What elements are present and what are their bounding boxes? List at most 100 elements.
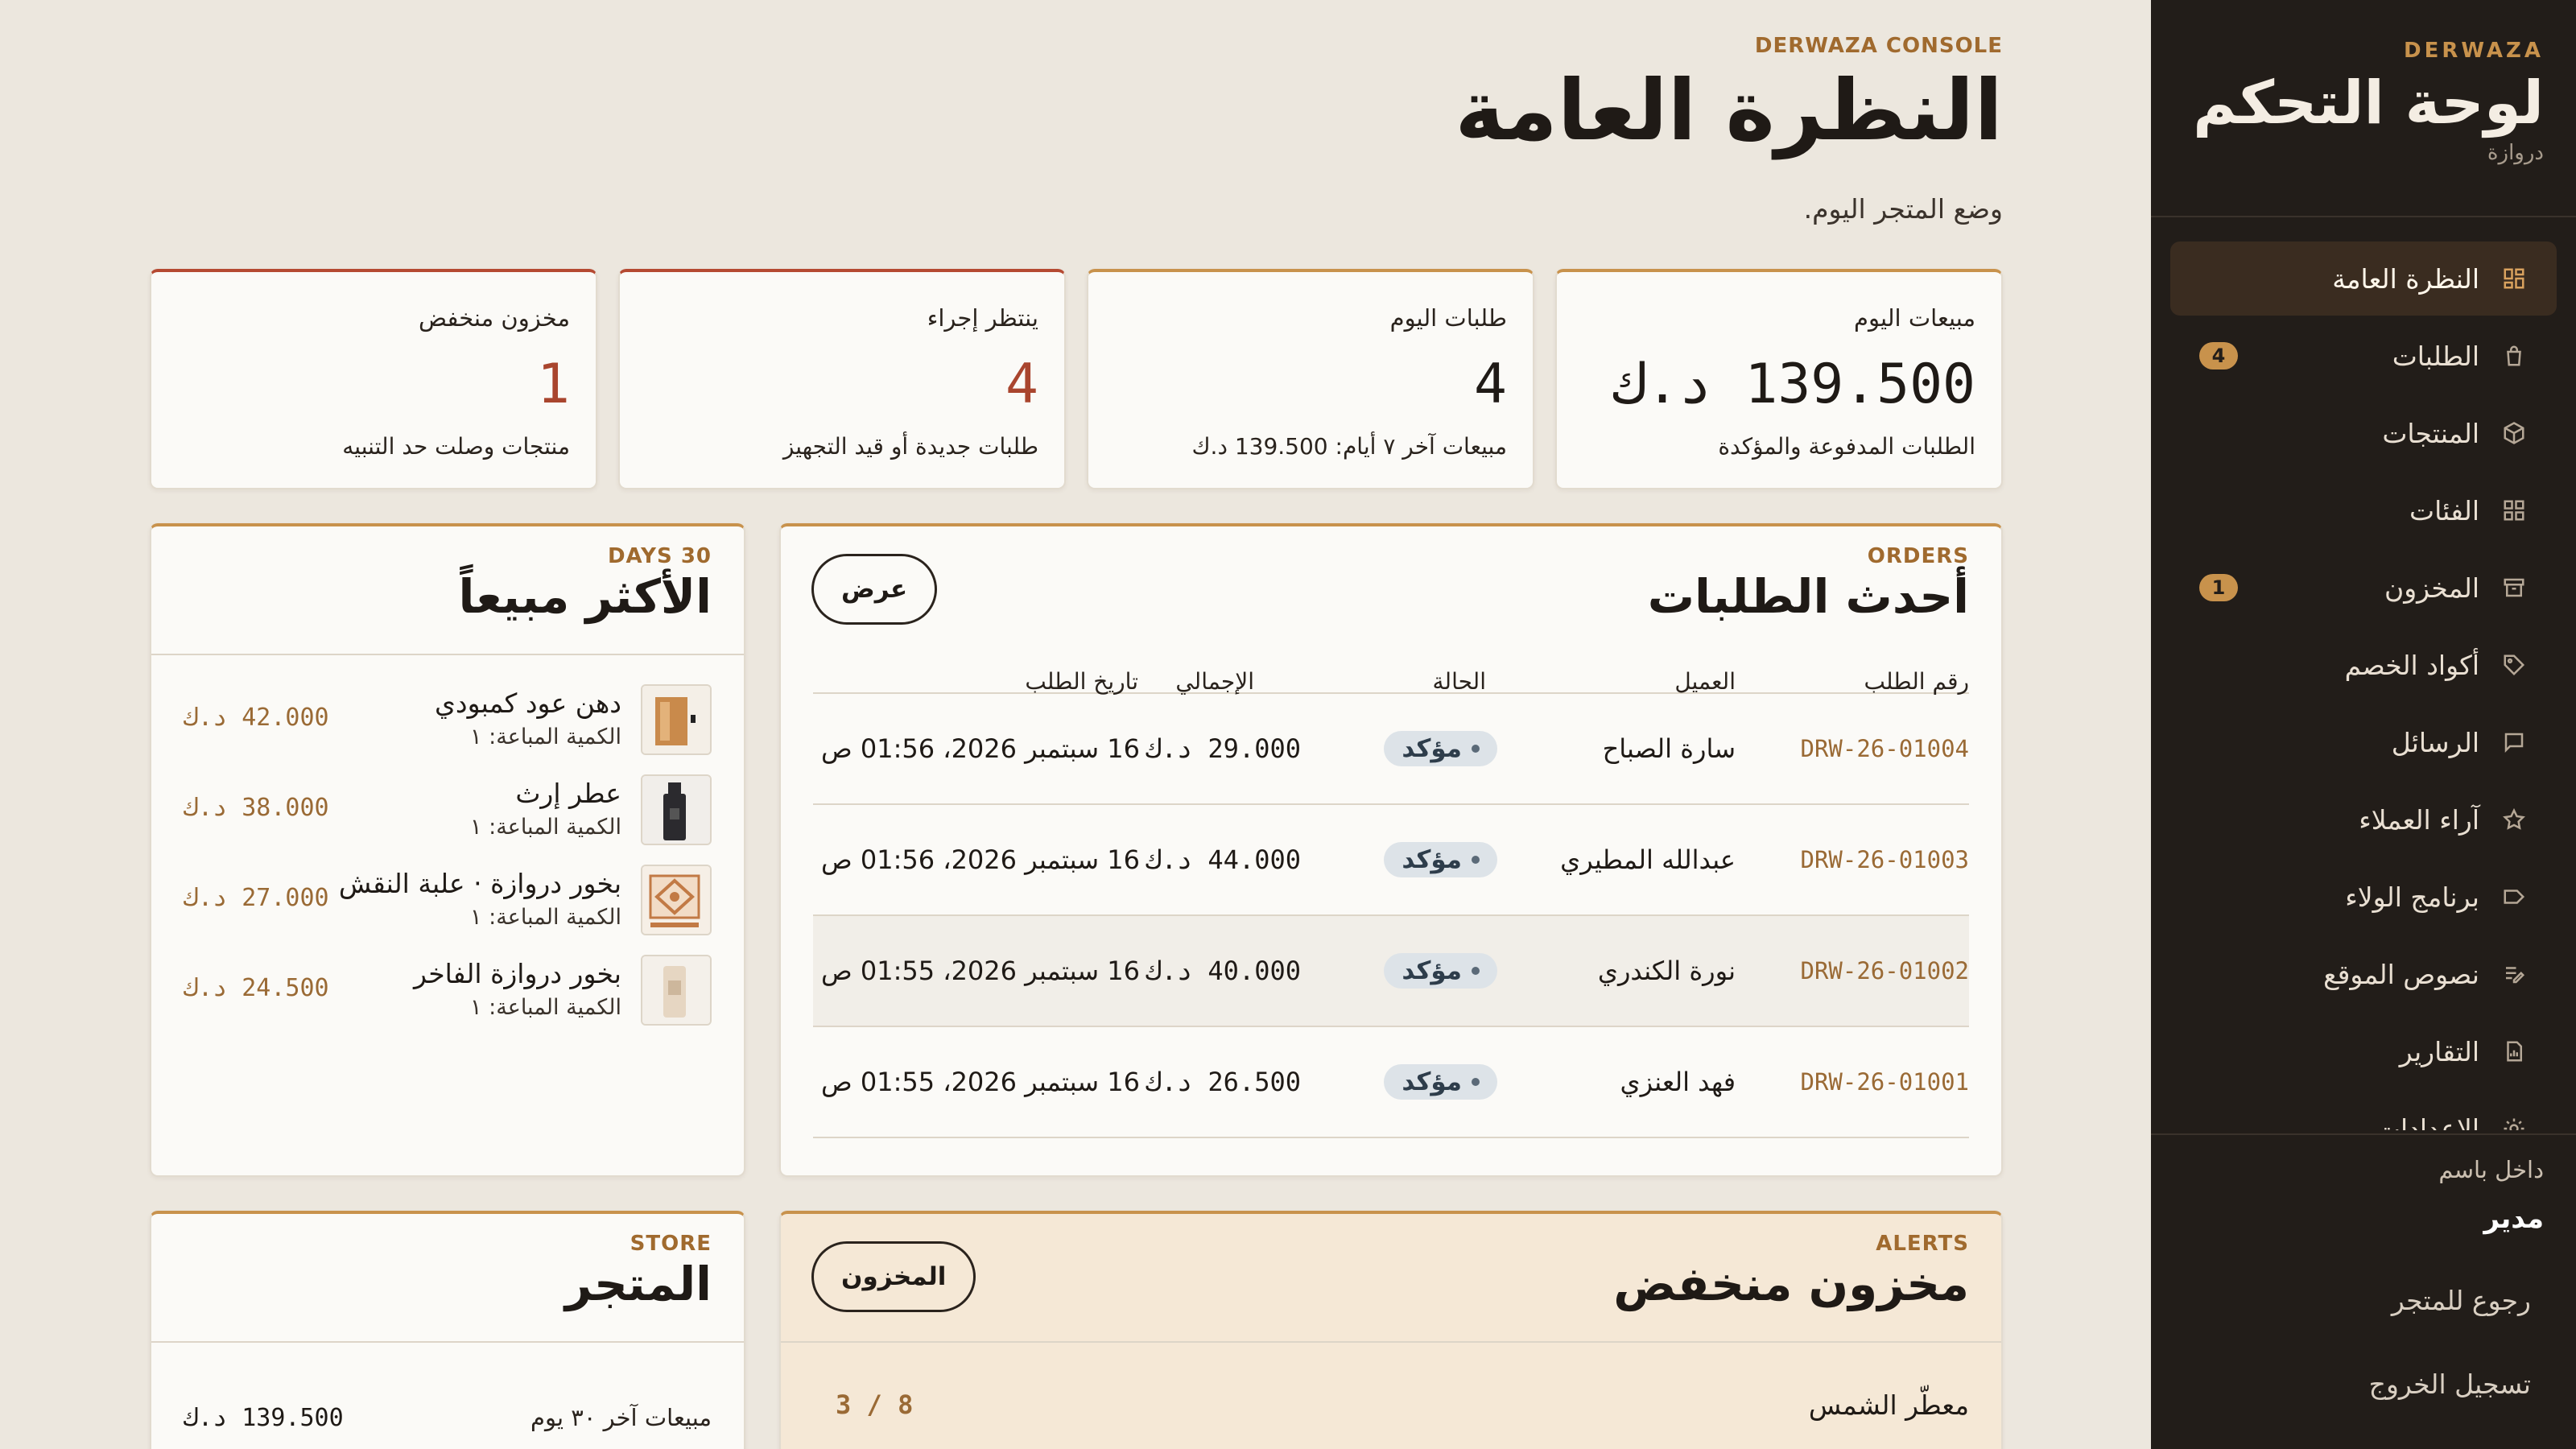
stat-note: مبيعات آخر ٧ أيام: 139.500 د.ك [1191,433,1507,460]
stat-value: 1 [537,353,570,416]
product-qty: الكمية المباعة: ١ [470,905,621,930]
alert-stock-level: 8 / 3 [836,1389,914,1420]
inventory-button[interactable]: المخزون [811,1241,976,1312]
product-qty: الكمية المباعة: ١ [470,724,621,749]
list-item[interactable]: معطّر الشمس 8 / 3 [813,1381,1969,1438]
section-header: 30 DAYS الأكثر مبيعاً [458,544,712,623]
brand-kicker: DERWAZA [2404,39,2544,63]
stat-value: 4 [1474,353,1507,416]
sidebar-item-categories[interactable]: الفئات [2170,473,2557,547]
page-subtitle: وضع المتجر اليوم. [1803,193,2003,225]
table-row[interactable]: DRW-26-01003 عبدالله المطيري مؤكد 44.000… [813,805,1969,916]
section-divider [151,1341,744,1343]
sidebar-item-products[interactable]: المنتجات [2170,396,2557,470]
list-item[interactable]: دهن عود كمبودي الكمية المباعة: ١ 42.000 … [184,684,712,774]
section-divider [151,654,744,655]
status-badge: مؤكد [1384,953,1497,989]
stat-note: الطلبات المدفوعة والمؤكدة [1718,433,1975,460]
sidebar-item-reviews[interactable]: آراء العملاء [2170,782,2557,857]
status-dot [1472,745,1480,753]
table-row[interactable]: DRW-26-01004 سارة الصباح مؤكد 29.000 د.ك… [813,694,1969,805]
tag-icon [2500,651,2528,679]
sidebar-item-messages[interactable]: الرسائل [2170,705,2557,779]
stat-card-orders-today: طلبات اليوم 4 مبيعات آخر ٧ أيام: 139.500… [1087,269,1534,489]
sidebar-item-label: نصوص الموقع [2323,958,2479,990]
product-thumbnail [641,684,712,755]
order-total: 29.000 د.ك [1146,733,1301,764]
bag-icon [2500,342,2528,369]
product-thumbnail [641,774,712,845]
page-kicker: DERWAZA CONSOLE [1754,34,2003,58]
sidebar-brand: DERWAZA لوحة التحكم دروازة [2183,39,2544,165]
status-badge: مؤكد [1384,1064,1497,1100]
store-panel: STORE المتجر مبيعات آخر ٣٠ يوم 139.500 د… [150,1211,745,1449]
order-id[interactable]: DRW-26-01004 [1800,735,1969,762]
status-dot [1472,967,1480,975]
stat-title: مخزون منخفض [419,304,570,332]
view-orders-button[interactable]: عرض [811,554,938,625]
report-icon [2500,1038,2528,1065]
section-kicker: STORE [630,1232,712,1256]
sidebar-item-label: التقارير [2399,1035,2479,1067]
col-header-date: تاريخ الطلب [1025,668,1138,695]
section-title: المتجر [564,1257,712,1311]
sidebar-item-overview[interactable]: النظرة العامة [2170,242,2557,316]
user-role: مدير [2483,1203,2544,1235]
product-thumbnail [641,865,712,935]
store-metric-value: 139.500 د.ك [184,1404,344,1432]
status-label: مؤكد [1402,956,1462,985]
status-label: مؤكد [1402,1067,1462,1096]
section-header: ORDERS أحدث الطلبات [1648,544,1969,623]
section-divider [781,1341,2001,1343]
section-header: ALERTS مخزون منخفض [1613,1232,1969,1311]
sidebar-item-site-texts[interactable]: نصوص الموقع [2170,937,2557,1011]
product-amount: 38.000 د.ك [184,794,329,822]
stat-card-low-stock: مخزون منخفض 1 منتجات وصلت حد التنبيه [150,269,597,489]
product-thumbnail [641,955,712,1026]
sidebar-bottom-divider [2151,1133,2576,1135]
sidebar-divider [2151,216,2576,217]
edit-icon [2500,960,2528,988]
list-item[interactable]: بخور دروازة · علبة النقش الكمية المباعة:… [184,865,712,955]
section-title: أحدث الطلبات [1647,569,1969,624]
stat-title: مبيعات اليوم [1854,304,1975,332]
sidebar-item-label: الطلبات [2392,340,2479,372]
brand-subtitle: دروازة [2487,141,2544,166]
star-icon [2500,806,2528,833]
sidebar-item-inventory[interactable]: المخزون 1 [2170,551,2557,625]
order-id[interactable]: DRW-26-01001 [1800,1068,1969,1096]
table-row[interactable]: DRW-26-01001 فهد العنزي مؤكد 26.500 د.ك … [813,1027,1969,1138]
logout-link[interactable]: تسجيل الخروج [2369,1368,2531,1400]
sidebar-item-label: آراء العملاء [2359,803,2479,836]
order-id[interactable]: DRW-26-01003 [1800,846,1969,873]
order-date: 16 سبتمبر 2026، 01:55 ص [820,1067,1140,1097]
sidebar-nav: النظرة العامة الطلبات 4 المنتجات الفئات [2170,242,2557,1130]
status-label: مؤكد [1402,734,1462,763]
section-header: STORE المتجر [565,1232,712,1311]
table-header: رقم الطلب العميل الحالة الإجمالي تاريخ ا… [813,650,1969,695]
bestsellers-list: دهن عود كمبودي الكمية المباعة: ١ 42.000 … [184,684,712,1045]
stat-note: طلبات جديدة أو قيد التجهيز [782,433,1038,460]
order-id[interactable]: DRW-26-01002 [1800,957,1969,985]
col-header-status: الحالة [1432,668,1486,695]
list-item[interactable]: عطر إرث الكمية المباعة: ١ 38.000 د.ك [184,774,712,865]
bestsellers-panel: 30 DAYS الأكثر مبيعاً دهن عود كمبودي الك… [150,523,745,1177]
back-to-store-link[interactable]: رجوع للمتجر [2392,1285,2531,1316]
sidebar-item-settings[interactable]: الإعدادات [2170,1092,2557,1130]
sidebar-item-discounts[interactable]: أكواد الخصم [2170,628,2557,702]
sidebar-item-loyalty[interactable]: برنامج الولاء [2170,860,2557,934]
status-badge: مؤكد [1384,842,1497,877]
signed-in-label: داخل باسم [2438,1156,2544,1183]
list-item[interactable]: بخور دروازة الفاخر الكمية المباعة: ١ 24.… [184,955,712,1045]
sidebar-item-reports[interactable]: التقارير [2170,1014,2557,1088]
table-row[interactable]: DRW-26-01002 نورة الكندري مؤكد 40.000 د.… [813,916,1969,1027]
sidebar-item-label: الرسائل [2391,726,2479,758]
dashboard-icon [2500,265,2528,292]
order-total: 40.000 د.ك [1146,956,1301,986]
store-metric-label: مبيعات آخر ٣٠ يوم [530,1404,712,1431]
order-customer: نورة الكندري [1597,956,1736,986]
order-customer: سارة الصباح [1602,733,1736,764]
sidebar-item-orders[interactable]: الطلبات 4 [2170,319,2557,393]
status-dot [1472,1078,1480,1086]
message-icon [2500,729,2528,756]
